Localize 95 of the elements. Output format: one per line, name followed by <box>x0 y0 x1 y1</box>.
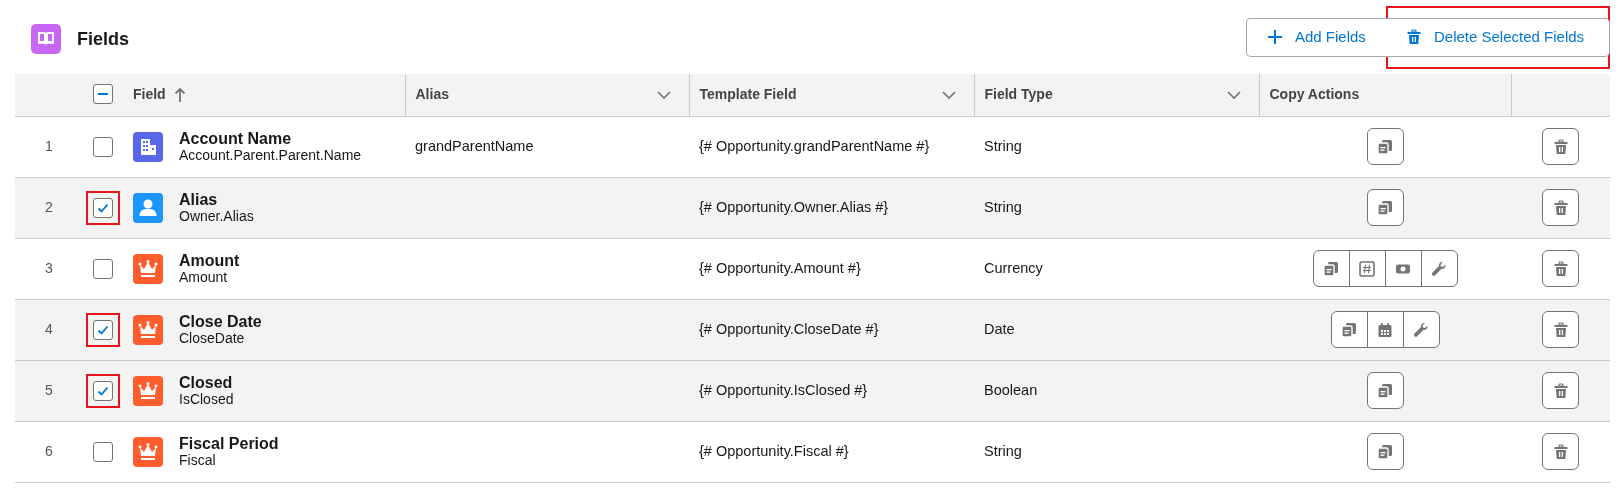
copy-icon <box>1377 382 1393 399</box>
crown-icon <box>133 314 163 345</box>
row-checkbox[interactable] <box>93 136 113 157</box>
row-checkbox[interactable] <box>93 258 113 279</box>
field-label: Closed <box>179 374 234 391</box>
row-checkbox[interactable] <box>93 441 113 462</box>
user-icon <box>133 192 163 223</box>
field-label: Close Date <box>179 313 262 330</box>
template-field-text: {# Opportunity.CloseDate #} <box>699 320 879 337</box>
delete-row-button[interactable] <box>1542 433 1579 470</box>
check-icon <box>97 324 109 335</box>
money-button[interactable] <box>1384 250 1422 287</box>
crown-icon <box>133 436 163 467</box>
column-header[interactable]: Field <box>123 74 405 116</box>
row-number: 5 <box>45 381 53 398</box>
field-api-name: Amount <box>179 269 229 285</box>
trash-icon <box>1406 29 1422 45</box>
delete-row-button[interactable] <box>1542 189 1579 226</box>
delete-row-button[interactable] <box>1542 372 1579 409</box>
column-header[interactable]: Template Field <box>689 74 974 116</box>
field-type-text: Currency <box>984 259 1043 276</box>
copy-icon <box>1377 138 1393 155</box>
delete-row-button[interactable] <box>1542 311 1579 348</box>
copy-button[interactable] <box>1312 250 1350 287</box>
chevron-down-icon[interactable] <box>1226 89 1241 100</box>
row-checkbox[interactable] <box>93 319 113 340</box>
copy-button[interactable] <box>1366 128 1404 165</box>
field-type-text: String <box>984 442 1022 459</box>
trash-icon <box>1552 199 1569 216</box>
wrench-button[interactable] <box>1402 311 1440 348</box>
template-field-text: {# Opportunity.IsClosed #} <box>699 381 868 398</box>
select-all-checkbox[interactable] <box>93 84 113 105</box>
row-number: 3 <box>45 259 53 276</box>
template-field-text: {# Opportunity.grandParentName #} <box>699 137 930 154</box>
trash-icon <box>1552 321 1569 338</box>
chevron-down-icon[interactable] <box>656 89 671 100</box>
trash-icon <box>1552 138 1569 155</box>
copy-icon <box>1323 260 1339 277</box>
field-label: Fiscal Period <box>179 435 279 452</box>
field-type-text: Boolean <box>984 381 1038 398</box>
row-number: 2 <box>45 198 53 215</box>
delete-row-button[interactable] <box>1542 250 1579 287</box>
field-label: Amount <box>179 252 240 269</box>
field-api-name: Fiscal <box>179 452 217 468</box>
chevron-down-icon[interactable] <box>941 89 956 100</box>
field-api-name: CloseDate <box>179 330 246 346</box>
wrench-icon <box>1431 260 1447 277</box>
sort-arrow-icon[interactable] <box>173 87 186 102</box>
alias-text: grandParentName <box>415 137 534 154</box>
copy-button[interactable] <box>1366 189 1404 226</box>
building-icon <box>133 131 163 162</box>
trash-icon <box>1552 443 1569 460</box>
copy-icon <box>1341 321 1357 338</box>
column-header[interactable]: Copy Actions <box>1259 74 1511 116</box>
plus-icon <box>1267 29 1283 45</box>
template-field-text: {# Opportunity.Amount #} <box>699 259 861 276</box>
column-header[interactable]: Alias <box>405 74 689 116</box>
field-api-name: Owner.Alias <box>179 208 254 224</box>
delete-button[interactable]: Delete Selected Fields <box>1386 17 1610 57</box>
row-number: 6 <box>45 442 53 459</box>
calendar-button[interactable] <box>1366 311 1404 348</box>
row-number: 1 <box>45 137 53 154</box>
trash-icon <box>1552 260 1569 277</box>
field-type-text: String <box>984 137 1022 154</box>
section-title: Fields <box>77 27 129 51</box>
check-icon <box>97 202 109 213</box>
book-icon <box>31 24 61 54</box>
crown-icon <box>133 253 163 284</box>
delete-row-button[interactable] <box>1542 128 1579 165</box>
field-api-name: Account.Parent.Parent.Name <box>179 147 362 163</box>
number-icon <box>1359 260 1375 277</box>
copy-icon <box>1377 443 1393 460</box>
copy-button[interactable] <box>1366 433 1404 470</box>
calendar-icon <box>1377 321 1393 338</box>
copy-button[interactable] <box>1366 372 1404 409</box>
copy-icon <box>1377 199 1393 216</box>
field-api-name: IsClosed <box>179 391 234 407</box>
field-type-text: String <box>984 198 1022 215</box>
row-checkbox[interactable] <box>93 197 113 218</box>
wrench-icon <box>1413 321 1429 338</box>
row-checkbox[interactable] <box>93 380 113 401</box>
field-label: Account Name <box>179 130 293 147</box>
field-label: Alias <box>179 191 219 208</box>
crown-icon <box>133 375 163 406</box>
field-type-text: Date <box>984 320 1015 337</box>
column-header[interactable]: Field Type <box>974 74 1259 116</box>
trash-icon <box>1552 382 1569 399</box>
row-number: 4 <box>45 320 53 337</box>
copy-button[interactable] <box>1330 311 1368 348</box>
template-field-text: {# Opportunity.Owner.Alias #} <box>699 198 889 215</box>
add-fields-button[interactable]: Add Fields <box>1246 17 1386 57</box>
wrench-button[interactable] <box>1420 250 1458 287</box>
number-button[interactable] <box>1348 250 1386 287</box>
check-icon <box>97 385 109 396</box>
template-field-text: {# Opportunity.Fiscal #} <box>699 442 849 459</box>
